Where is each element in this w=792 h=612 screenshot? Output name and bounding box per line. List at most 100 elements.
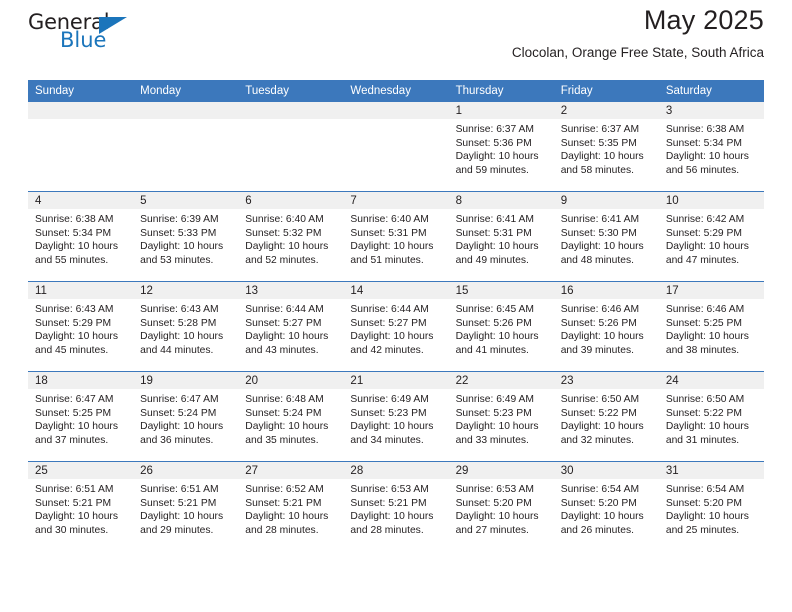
calendar-cell-day[interactable]: 19 Sunrise: 6:47 AM Sunset: 5:24 PM Dayligh… — [133, 371, 239, 462]
page-subtitle: Clocolan, Orange Free State, South Afric… — [511, 45, 764, 61]
day-detail-daylight-line1: Daylight: 10 hours — [245, 241, 329, 253]
day-detail-sunset: Sunset: 5:35 PM — [560, 137, 637, 149]
calendar-cell-day[interactable]: 16 Sunrise: 6:46 AM Sunset: 5:26 PM Dayligh… — [553, 281, 659, 372]
calendar-cell-day[interactable]: 9 Sunrise: 6:41 AM Sunset: 5:30 PM Daylight… — [553, 191, 659, 282]
calendar-cell-day[interactable]: 21 Sunrise: 6:49 AM Sunset: 5:23 PM Dayligh… — [343, 371, 449, 462]
day-detail-sunrise: Sunrise: 6:53 AM — [350, 484, 429, 495]
day-detail-sunrise: Sunrise: 6:52 AM — [245, 484, 324, 495]
brand-logo[interactable]: General Blue — [28, 12, 158, 60]
day-detail-sunset: Sunset: 5:31 PM — [455, 227, 532, 239]
calendar-cell-day[interactable]: 10 Sunrise: 6:42 AM Sunset: 5:29 PM Dayligh… — [658, 191, 764, 282]
calendar-cell-day[interactable]: 15 Sunrise: 6:45 AM Sunset: 5:26 PM Dayligh… — [448, 281, 554, 372]
day-details: Sunrise: 6:46 AM Sunset: 5:26 PM Daylight:… — [554, 299, 659, 357]
day-detail-daylight-line2: and 36 minutes. — [140, 434, 214, 446]
day-detail-daylight-line1: Daylight: 10 hours — [350, 241, 434, 253]
calendar-cell-day[interactable]: 2 Sunrise: 6:37 AM Sunset: 5:35 PM Daylight… — [553, 102, 659, 192]
day-detail-sunrise: Sunrise: 6:41 AM — [560, 214, 640, 225]
calendar-cell-day[interactable]: 29 Sunrise: 6:53 AM Sunset: 5:20 PM Dayligh… — [448, 461, 554, 551]
calendar-cell-day[interactable]: 11 Sunrise: 6:43 AM Sunset: 5:29 PM Dayligh… — [28, 281, 134, 372]
day-detail-sunrise: Sunrise: 6:40 AM — [245, 214, 324, 225]
day-details: Sunrise: 6:48 AM Sunset: 5:24 PM Daylight:… — [238, 389, 343, 447]
calendar-cell-day[interactable]: 28 Sunrise: 6:53 AM Sunset: 5:21 PM Dayligh… — [343, 461, 449, 551]
day-detail-sunset: Sunset: 5:24 PM — [140, 407, 217, 419]
calendar-cell-day[interactable]: 7 Sunrise: 6:40 AM Sunset: 5:31 PM Daylight… — [343, 191, 449, 282]
calendar-header-row: Sunday Monday Tuesday Wednesday Thursday… — [28, 80, 764, 102]
day-detail-daylight-line1: Daylight: 10 hours — [140, 331, 224, 343]
day-cell — [343, 102, 449, 191]
day-number: 1 — [448, 102, 554, 119]
calendar-cell-day[interactable]: 3 Sunrise: 6:38 AM Sunset: 5:34 PM Daylight… — [658, 102, 764, 192]
day-details: Sunrise: 6:51 AM Sunset: 5:21 PM Daylight:… — [133, 479, 238, 537]
calendar-cell-empty — [343, 102, 449, 192]
weekday-header-wednesday: Wednesday — [343, 80, 449, 102]
calendar-cell-day[interactable]: 6 Sunrise: 6:40 AM Sunset: 5:32 PM Daylight… — [238, 191, 344, 282]
day-details: Sunrise: 6:54 AM Sunset: 5:20 PM Daylight:… — [554, 479, 659, 537]
calendar-cell-day[interactable]: 27 Sunrise: 6:52 AM Sunset: 5:21 PM Dayligh… — [238, 461, 344, 551]
day-cell: 10 Sunrise: 6:42 AM Sunset: 5:29 PM Dayligh… — [658, 192, 764, 281]
day-number: 25 — [28, 462, 134, 479]
day-detail-daylight-line1: Daylight: 10 hours — [665, 511, 749, 523]
day-detail-sunset: Sunset: 5:36 PM — [455, 137, 532, 149]
day-number: 24 — [658, 372, 764, 389]
day-number: 22 — [448, 372, 554, 389]
day-cell: 22 Sunrise: 6:49 AM Sunset: 5:23 PM Dayligh… — [448, 372, 554, 461]
calendar-cell-day[interactable]: 30 Sunrise: 6:54 AM Sunset: 5:20 PM Dayligh… — [553, 461, 659, 551]
day-detail-sunrise: Sunrise: 6:48 AM — [245, 394, 324, 405]
day-detail-daylight-line2: and 30 minutes. — [35, 524, 109, 536]
calendar-cell-day[interactable]: 26 Sunrise: 6:51 AM Sunset: 5:21 PM Dayligh… — [133, 461, 239, 551]
day-detail-sunrise: Sunrise: 6:54 AM — [560, 484, 640, 495]
day-detail-sunset: Sunset: 5:20 PM — [455, 497, 532, 509]
day-detail-daylight-line2: and 42 minutes. — [350, 344, 424, 356]
calendar-cell-day[interactable]: 14 Sunrise: 6:44 AM Sunset: 5:27 PM Dayligh… — [343, 281, 449, 372]
calendar-cell-day[interactable]: 23 Sunrise: 6:50 AM Sunset: 5:22 PM Dayligh… — [553, 371, 659, 462]
calendar-cell-day[interactable]: 24 Sunrise: 6:50 AM Sunset: 5:22 PM Dayligh… — [658, 371, 764, 462]
calendar-body: 1 Sunrise: 6:37 AM Sunset: 5:36 PM Daylight… — [28, 102, 764, 551]
day-detail-sunrise: Sunrise: 6:51 AM — [35, 484, 114, 495]
day-number: 12 — [133, 282, 239, 299]
calendar-cell-day[interactable]: 18 Sunrise: 6:47 AM Sunset: 5:25 PM Dayligh… — [28, 371, 134, 462]
calendar-cell-day[interactable]: 31 Sunrise: 6:54 AM Sunset: 5:20 PM Dayligh… — [658, 461, 764, 551]
day-detail-daylight-line1: Daylight: 10 hours — [455, 511, 539, 523]
day-details: Sunrise: 6:38 AM Sunset: 5:34 PM Daylight:… — [659, 119, 764, 177]
calendar-cell-day[interactable]: 13 Sunrise: 6:44 AM Sunset: 5:27 PM Dayligh… — [238, 281, 344, 372]
calendar-cell-day[interactable]: 25 Sunrise: 6:51 AM Sunset: 5:21 PM Dayligh… — [28, 461, 134, 551]
day-number: 26 — [133, 462, 239, 479]
day-cell: 31 Sunrise: 6:54 AM Sunset: 5:20 PM Dayligh… — [658, 462, 764, 551]
calendar-cell-day[interactable]: 20 Sunrise: 6:48 AM Sunset: 5:24 PM Dayligh… — [238, 371, 344, 462]
day-detail-daylight-line1: Daylight: 10 hours — [35, 421, 118, 433]
day-detail-daylight-line2: and 38 minutes. — [665, 344, 740, 356]
day-detail-daylight-line2: and 28 minutes. — [350, 524, 424, 536]
calendar-cell-day[interactable]: 4 Sunrise: 6:38 AM Sunset: 5:34 PM Daylight… — [28, 191, 134, 282]
calendar-cell-day[interactable]: 1 Sunrise: 6:37 AM Sunset: 5:36 PM Daylight… — [448, 102, 554, 192]
day-detail-daylight-line2: and 31 minutes. — [665, 434, 740, 446]
day-detail-sunset: Sunset: 5:27 PM — [350, 317, 427, 329]
day-cell — [238, 102, 344, 191]
day-detail-sunrise: Sunrise: 6:44 AM — [245, 304, 324, 315]
day-number: 30 — [553, 462, 659, 479]
day-number: 29 — [448, 462, 554, 479]
calendar-cell-day[interactable]: 22 Sunrise: 6:49 AM Sunset: 5:23 PM Dayligh… — [448, 371, 554, 462]
calendar-cell-day[interactable]: 8 Sunrise: 6:41 AM Sunset: 5:31 PM Daylight… — [448, 191, 554, 282]
day-number: 11 — [28, 282, 134, 299]
day-cell: 5 Sunrise: 6:39 AM Sunset: 5:33 PM Daylight… — [133, 192, 239, 281]
day-cell: 1 Sunrise: 6:37 AM Sunset: 5:36 PM Daylight… — [448, 102, 554, 191]
day-detail-daylight-line2: and 44 minutes. — [140, 344, 214, 356]
day-number: 20 — [238, 372, 344, 389]
day-cell: 20 Sunrise: 6:48 AM Sunset: 5:24 PM Dayligh… — [238, 372, 344, 461]
day-detail-sunrise: Sunrise: 6:41 AM — [455, 214, 534, 225]
day-detail-daylight-line2: and 28 minutes. — [245, 524, 319, 536]
day-detail-daylight-line1: Daylight: 10 hours — [35, 331, 118, 343]
calendar-cell-day[interactable]: 5 Sunrise: 6:39 AM Sunset: 5:33 PM Daylight… — [133, 191, 239, 282]
day-detail-sunset: Sunset: 5:34 PM — [665, 137, 742, 149]
day-cell: 17 Sunrise: 6:46 AM Sunset: 5:25 PM Dayligh… — [658, 282, 764, 371]
day-cell: 11 Sunrise: 6:43 AM Sunset: 5:29 PM Dayligh… — [28, 282, 134, 371]
calendar-cell-day[interactable]: 12 Sunrise: 6:43 AM Sunset: 5:28 PM Dayligh… — [133, 281, 239, 372]
day-details: Sunrise: 6:52 AM Sunset: 5:21 PM Daylight:… — [238, 479, 343, 537]
day-detail-sunset: Sunset: 5:29 PM — [665, 227, 742, 239]
day-detail-daylight-line2: and 45 minutes. — [35, 344, 109, 356]
day-detail-sunset: Sunset: 5:26 PM — [560, 317, 637, 329]
day-details: Sunrise: 6:40 AM Sunset: 5:31 PM Daylight:… — [343, 209, 448, 267]
day-details: Sunrise: 6:44 AM Sunset: 5:27 PM Daylight:… — [238, 299, 343, 357]
calendar-cell-day[interactable]: 17 Sunrise: 6:46 AM Sunset: 5:25 PM Dayligh… — [658, 281, 764, 372]
day-cell: 16 Sunrise: 6:46 AM Sunset: 5:26 PM Dayligh… — [553, 282, 659, 371]
